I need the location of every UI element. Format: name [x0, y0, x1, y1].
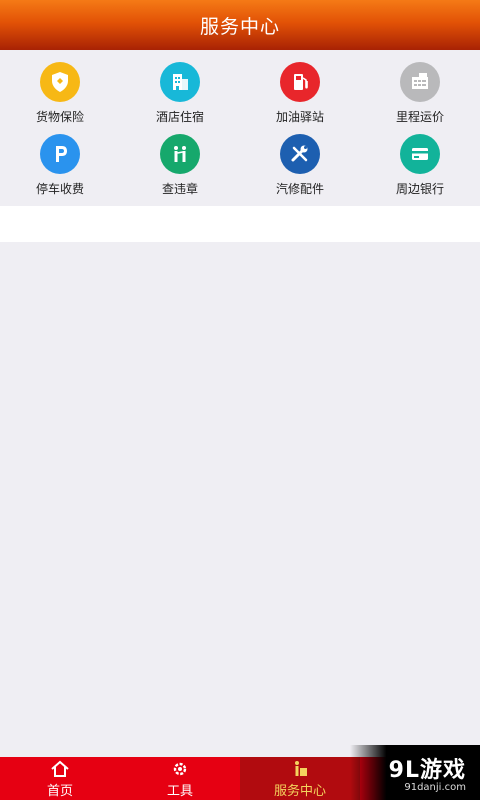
service-parking[interactable]: 停车收费: [0, 134, 120, 206]
calculator-icon: [400, 62, 440, 102]
tab-label: 服务中心: [273, 783, 326, 799]
service-label: 货物保险: [35, 110, 84, 124]
bank-card-icon: [400, 134, 440, 174]
fuel-pump-icon: [280, 62, 320, 102]
service-label: 加油驿站: [275, 110, 324, 124]
home-icon: [51, 760, 69, 777]
parking-icon: [40, 134, 80, 174]
watermark-logo: 9L游戏: [388, 758, 466, 783]
service-cargo-insurance[interactable]: 货物保险: [0, 62, 120, 134]
service-grid: 货物保险 酒店住宿 加油驿站 里程运价 停车收费 查违章 汽修配件 周边银行: [0, 50, 480, 206]
tab-home[interactable]: 首页: [0, 757, 120, 800]
content-band: [0, 206, 480, 242]
tab-service-center[interactable]: 服务中心: [240, 757, 360, 800]
watermark-url: 91danji.com: [404, 782, 466, 793]
service-icon: [295, 760, 307, 776]
service-hotel[interactable]: 酒店住宿: [120, 62, 240, 134]
service-label: 查违章: [161, 182, 198, 196]
shield-icon: [40, 62, 80, 102]
app-header: 服务中心: [0, 0, 480, 50]
wrench-screwdriver-icon: [280, 134, 320, 174]
service-label: 里程运价: [395, 110, 444, 124]
page-title: 服务中心: [199, 15, 280, 38]
service-label: 周边银行: [395, 182, 444, 196]
tab-label: 首页: [46, 783, 73, 799]
service-label: 停车收费: [35, 182, 84, 196]
tab-tools[interactable]: 工具: [120, 757, 240, 800]
service-traffic-violation[interactable]: 查违章: [120, 134, 240, 206]
traffic-police-icon: [160, 134, 200, 174]
hotel-icon: [160, 62, 200, 102]
service-auto-parts[interactable]: 汽修配件: [240, 134, 360, 206]
service-mileage-fare[interactable]: 里程运价: [360, 62, 480, 134]
watermark: 9L游戏 91danji.com: [350, 745, 480, 800]
service-gas-station[interactable]: 加油驿站: [240, 62, 360, 134]
gear-icon: [173, 762, 187, 775]
service-nearby-bank[interactable]: 周边银行: [360, 134, 480, 206]
service-label: 汽修配件: [275, 182, 324, 196]
service-label: 酒店住宿: [155, 110, 204, 124]
tab-label: 工具: [166, 783, 193, 799]
